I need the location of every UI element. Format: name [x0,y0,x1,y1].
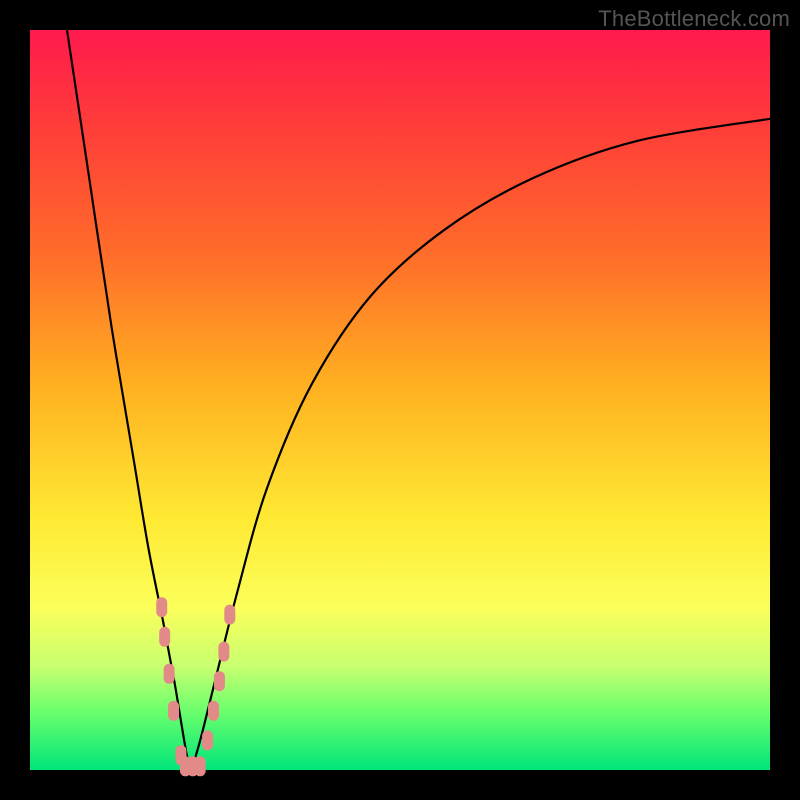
config-marker [202,730,213,750]
marker-group [156,597,235,776]
config-marker [156,597,167,617]
plot-area [30,30,770,770]
config-marker [208,701,219,721]
config-marker [164,664,175,684]
bottleneck-curve-svg [30,30,770,770]
chart-frame: TheBottleneck.com [0,0,800,800]
config-marker [195,756,206,776]
config-marker [218,642,229,662]
config-marker [214,671,225,691]
config-marker [159,627,170,647]
curve-right-branch [191,119,770,770]
config-marker [168,701,179,721]
curve-left-branch [67,30,191,770]
config-marker [224,605,235,625]
attribution-text: TheBottleneck.com [598,6,790,32]
